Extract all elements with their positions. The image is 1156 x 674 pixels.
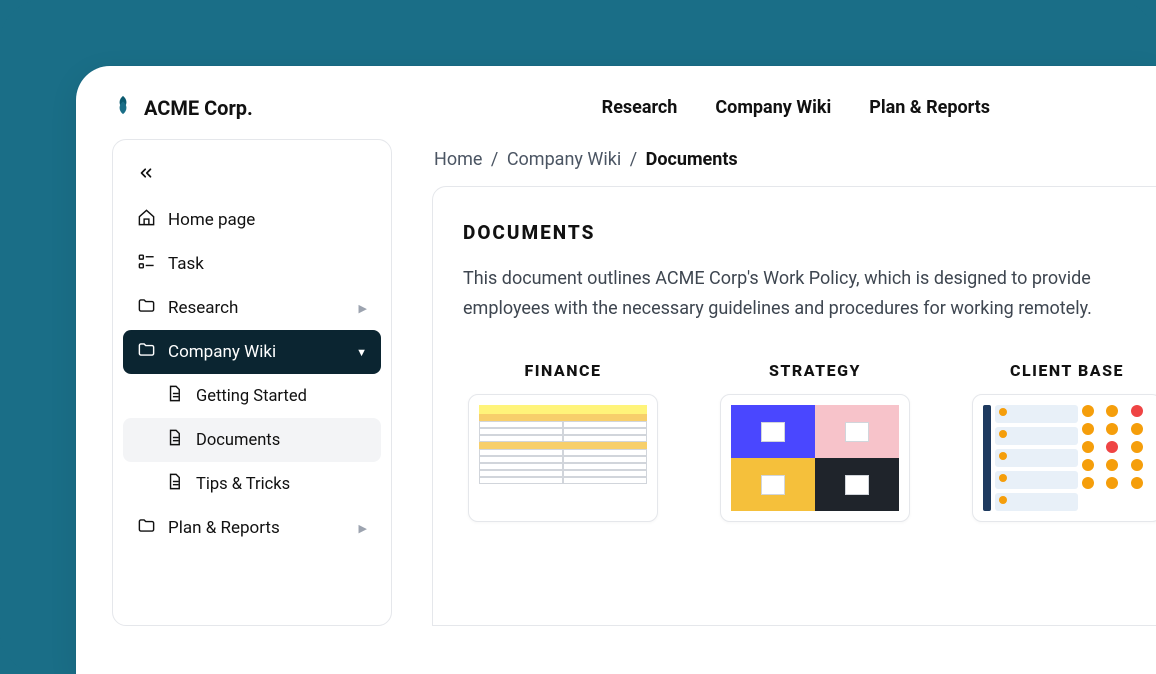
top-nav: Research Company Wiki Plan & Reports: [602, 97, 1120, 118]
folder-icon: [137, 340, 156, 364]
breadcrumb-home[interactable]: Home: [434, 149, 482, 170]
sidebar-item-label: Tips & Tricks: [196, 475, 367, 494]
breadcrumb-current: Documents: [646, 149, 738, 170]
document-icon: [165, 428, 184, 452]
sidebar-item-home[interactable]: Home page: [123, 198, 381, 242]
brand-logo-icon: [112, 94, 134, 121]
sidebar-item-company-wiki[interactable]: Company Wiki ▼: [123, 330, 381, 374]
card-title: STRATEGY: [715, 361, 915, 380]
sidebar-item-getting-started[interactable]: Getting Started: [123, 374, 381, 418]
breadcrumb-sep: /: [626, 149, 641, 170]
page-description: This document outlines ACME Corp's Work …: [463, 264, 1123, 323]
chevron-right-icon: ▶: [359, 302, 367, 315]
nav-plan-reports[interactable]: Plan & Reports: [869, 97, 990, 118]
sidebar-item-task[interactable]: Task: [123, 242, 381, 286]
card-client-base: CLIENT BASE: [967, 361, 1156, 522]
card-finance-thumb[interactable]: [468, 394, 658, 522]
nav-research[interactable]: Research: [602, 97, 678, 118]
main-content: Home / Company Wiki / Documents DOCUMENT…: [432, 139, 1156, 626]
sidebar-item-label: Home page: [168, 210, 367, 230]
home-icon: [137, 208, 156, 232]
sidebar-item-label: Research: [168, 298, 347, 318]
card-strategy-thumb[interactable]: [720, 394, 910, 522]
document-icon: [165, 472, 184, 496]
folder-icon: [137, 296, 156, 320]
breadcrumb: Home / Company Wiki / Documents: [432, 139, 1156, 186]
app-window: ACME Corp. Research Company Wiki Plan & …: [76, 66, 1156, 674]
sidebar-item-label: Plan & Reports: [168, 518, 347, 538]
sidebar-item-tips-tricks[interactable]: Tips & Tricks: [123, 462, 381, 506]
card-row: FINANCE: [463, 361, 1156, 522]
spreadsheet-preview-icon: [479, 405, 647, 511]
sidebar-item-label: Getting Started: [196, 387, 367, 406]
content-panel: DOCUMENTS This document outlines ACME Co…: [432, 186, 1156, 626]
task-icon: [137, 252, 156, 276]
sidebar-collapse-button[interactable]: [123, 158, 381, 198]
sidebar: Home page Task Research ▶: [112, 139, 392, 626]
card-strategy: STRATEGY: [715, 361, 915, 522]
brand: ACME Corp.: [112, 94, 253, 121]
dashboard-preview-icon: [983, 405, 1151, 511]
chevron-right-icon: ▶: [359, 522, 367, 535]
card-client-base-thumb[interactable]: [972, 394, 1156, 522]
breadcrumb-company-wiki[interactable]: Company Wiki: [507, 149, 621, 170]
card-title: CLIENT BASE: [967, 361, 1156, 380]
card-finance: FINANCE: [463, 361, 663, 522]
brand-name: ACME Corp.: [144, 96, 253, 120]
breadcrumb-sep: /: [487, 149, 502, 170]
page-title: DOCUMENTS: [463, 221, 1156, 244]
chevron-down-icon: ▼: [356, 346, 367, 359]
sidebar-item-label: Company Wiki: [168, 342, 344, 362]
card-title: FINANCE: [463, 361, 663, 380]
nav-company-wiki[interactable]: Company Wiki: [715, 97, 831, 118]
sidebar-item-label: Task: [168, 254, 367, 274]
sidebar-item-research[interactable]: Research ▶: [123, 286, 381, 330]
folder-icon: [137, 516, 156, 540]
sidebar-item-documents[interactable]: Documents: [123, 418, 381, 462]
chevron-double-left-icon: [137, 167, 155, 186]
header: ACME Corp. Research Company Wiki Plan & …: [76, 66, 1156, 139]
document-icon: [165, 384, 184, 408]
quadrant-preview-icon: [731, 405, 899, 511]
sidebar-item-plan-reports[interactable]: Plan & Reports ▶: [123, 506, 381, 550]
sidebar-item-label: Documents: [196, 431, 367, 450]
